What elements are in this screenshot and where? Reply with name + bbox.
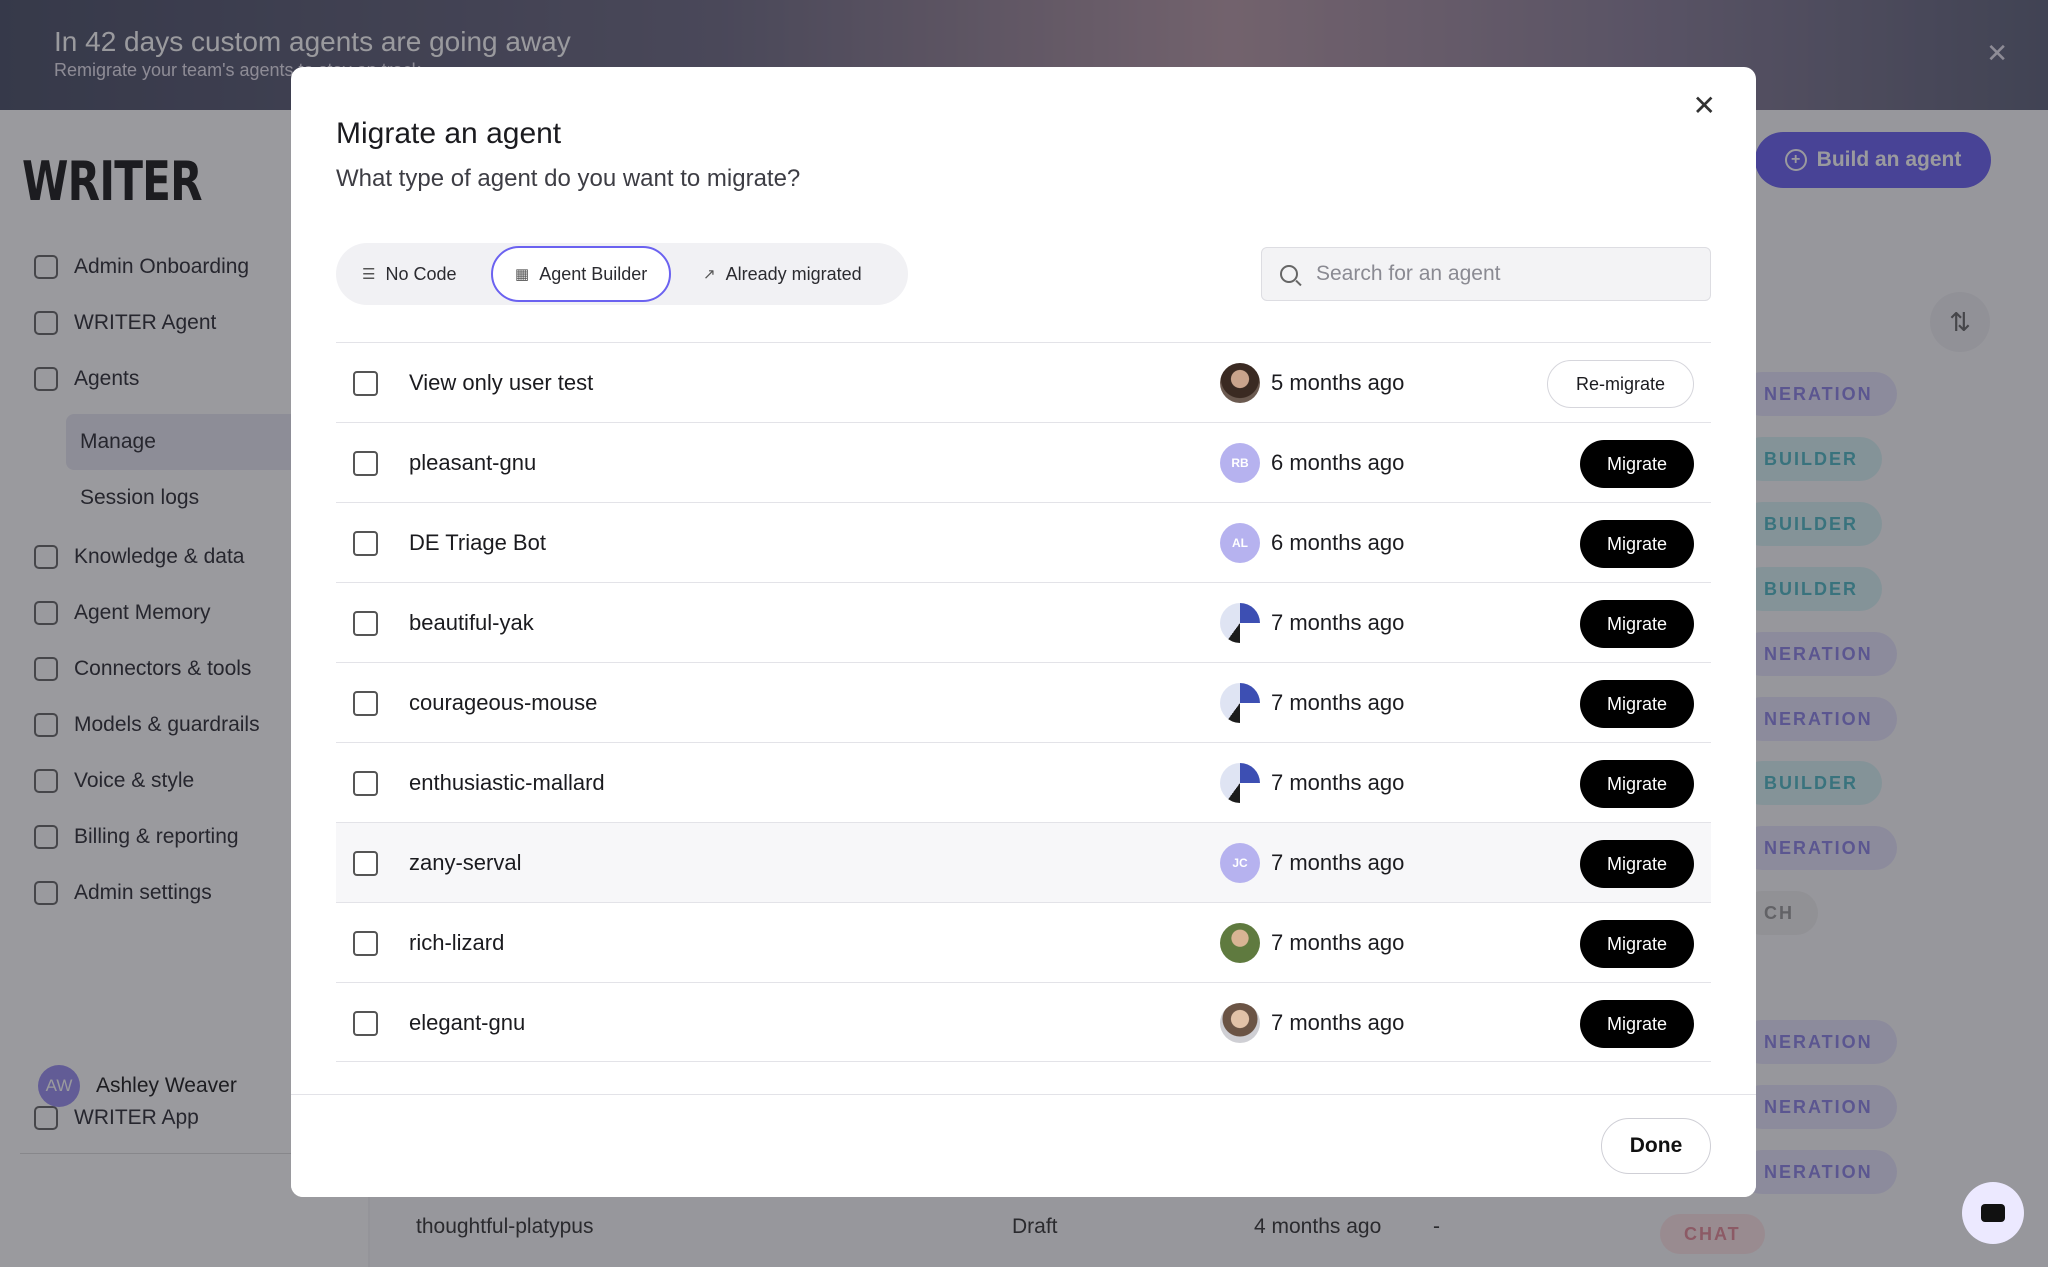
done-button[interactable]: Done [1601, 1118, 1711, 1174]
tab-already-migrated[interactable]: ↗ Already migrated [681, 246, 884, 302]
agent-name: courageous-mouse [409, 690, 598, 715]
modal-subtitle: What type of agent do you want to migrat… [336, 165, 801, 192]
agent-date: 7 months ago [1271, 610, 1405, 635]
migrate-button[interactable]: Migrate [1580, 520, 1694, 568]
table-row: pleasant-gnu RB 6 months ago Migrate [336, 422, 1711, 502]
avatar [1220, 923, 1260, 963]
remigrate-button[interactable]: Re-migrate [1547, 360, 1694, 408]
migrate-button[interactable]: Migrate [1580, 680, 1694, 728]
close-icon[interactable]: ✕ [1693, 89, 1716, 122]
tab-label: No Code [385, 263, 457, 284]
table-row: courageous-mouse 7 months ago Migrate [336, 662, 1711, 742]
table-row: View only user test 5 months ago Re-migr… [336, 342, 1711, 422]
tab-no-code[interactable]: ☰ No Code [340, 246, 479, 302]
avatar [1220, 1003, 1260, 1043]
migrate-button[interactable]: Migrate [1580, 760, 1694, 808]
agent-name: enthusiastic-mallard [409, 770, 605, 795]
avatar [1220, 363, 1260, 403]
modal-footer: Done [291, 1094, 1756, 1197]
avatar [1220, 603, 1260, 643]
agent-name: DE Triage Bot [409, 530, 546, 555]
search-input[interactable] [1316, 262, 1696, 286]
table-row: beautiful-yak 7 months ago Migrate [336, 582, 1711, 662]
migrate-button[interactable]: Migrate [1580, 440, 1694, 488]
agent-name: elegant-gnu [409, 1010, 526, 1035]
avatar: AL [1220, 523, 1260, 563]
tab-agent-builder[interactable]: ▦ Agent Builder [491, 246, 672, 302]
row-checkbox[interactable] [353, 611, 378, 636]
row-checkbox[interactable] [353, 691, 378, 716]
agent-name: beautiful-yak [409, 610, 534, 635]
agent-type-tabs: ☰ No Code ▦ Agent Builder ↗ Already migr… [336, 243, 908, 305]
tab-label: Agent Builder [539, 263, 648, 284]
migrate-agent-modal: ✕ Migrate an agent What type of agent do… [291, 67, 1756, 1197]
agent-date: 6 months ago [1271, 530, 1405, 555]
agent-date: 7 months ago [1271, 850, 1405, 875]
agent-date: 5 months ago [1271, 370, 1405, 395]
chat-icon [1981, 1204, 2005, 1222]
blocks-icon: ▦ [515, 266, 530, 283]
table-row: rich-lizard 7 months ago Migrate [336, 902, 1711, 982]
table-row: DE Triage Bot AL 6 months ago Migrate [336, 502, 1711, 582]
search-icon [1280, 265, 1298, 283]
row-checkbox[interactable] [353, 771, 378, 796]
agent-date: 7 months ago [1271, 770, 1405, 795]
table-row: elegant-gnu 7 months ago Migrate [336, 982, 1711, 1062]
arrow-up-right-icon: ↗ [703, 266, 716, 283]
migrate-button[interactable]: Migrate [1580, 920, 1694, 968]
avatar: JC [1220, 843, 1260, 883]
table-row: enthusiastic-mallard 7 months ago Migrat… [336, 742, 1711, 822]
row-checkbox[interactable] [353, 451, 378, 476]
migrate-button[interactable]: Migrate [1580, 1000, 1694, 1048]
search-field [1261, 247, 1711, 301]
chat-launcher-button[interactable] [1962, 1182, 2024, 1244]
row-checkbox[interactable] [353, 851, 378, 876]
row-checkbox[interactable] [353, 371, 378, 396]
tab-label: Already migrated [725, 263, 862, 284]
list-icon: ☰ [362, 266, 376, 283]
agent-name: rich-lizard [409, 930, 505, 955]
modal-title: Migrate an agent [336, 117, 562, 150]
agent-date: 6 months ago [1271, 450, 1405, 475]
agent-date: 7 months ago [1271, 930, 1405, 955]
avatar [1220, 683, 1260, 723]
migrate-button[interactable]: Migrate [1580, 840, 1694, 888]
agent-name: zany-serval [409, 850, 522, 875]
row-checkbox[interactable] [353, 531, 378, 556]
agent-date: 7 months ago [1271, 1010, 1405, 1035]
migrate-button[interactable]: Migrate [1580, 600, 1694, 648]
agent-name: pleasant-gnu [409, 450, 537, 475]
row-checkbox[interactable] [353, 1011, 378, 1036]
agent-table: View only user test 5 months ago Re-migr… [336, 342, 1711, 1062]
agent-date: 7 months ago [1271, 690, 1405, 715]
avatar: RB [1220, 443, 1260, 483]
avatar [1220, 763, 1260, 803]
row-checkbox[interactable] [353, 931, 378, 956]
table-row: zany-serval JC 7 months ago Migrate [336, 822, 1711, 902]
agent-name: View only user test [409, 370, 594, 395]
